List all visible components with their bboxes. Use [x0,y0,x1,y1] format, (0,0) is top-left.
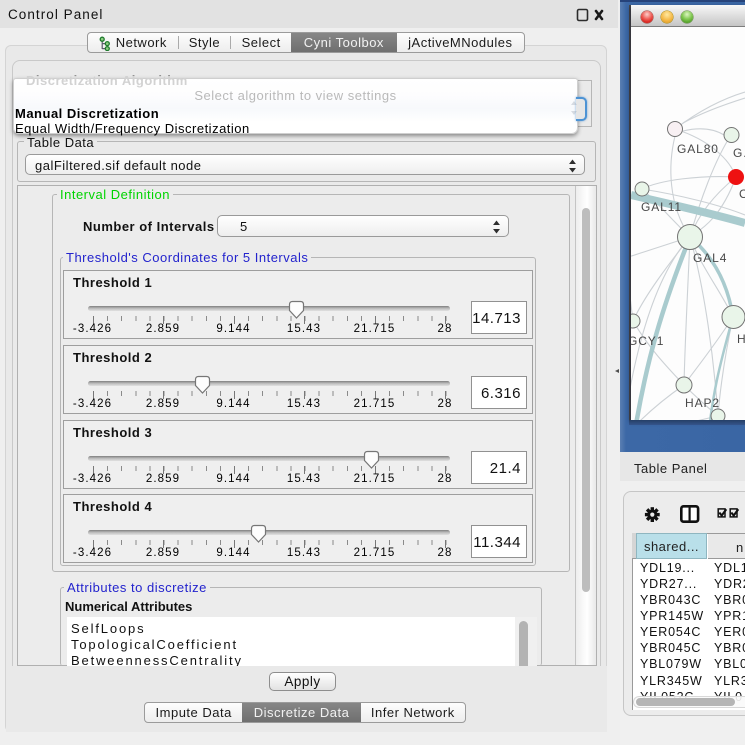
svg-text:GAL4: GAL4 [693,251,727,265]
svg-text:G.: G. [733,146,745,160]
svg-text:GCY1: GCY1 [631,334,664,348]
svg-text:GAL11: GAL11 [641,200,682,214]
svg-text:CY: CY [739,187,745,201]
svg-text:HAP2: HAP2 [685,396,720,410]
svg-text:GAL80: GAL80 [677,142,719,156]
svg-text:H: H [737,332,745,346]
